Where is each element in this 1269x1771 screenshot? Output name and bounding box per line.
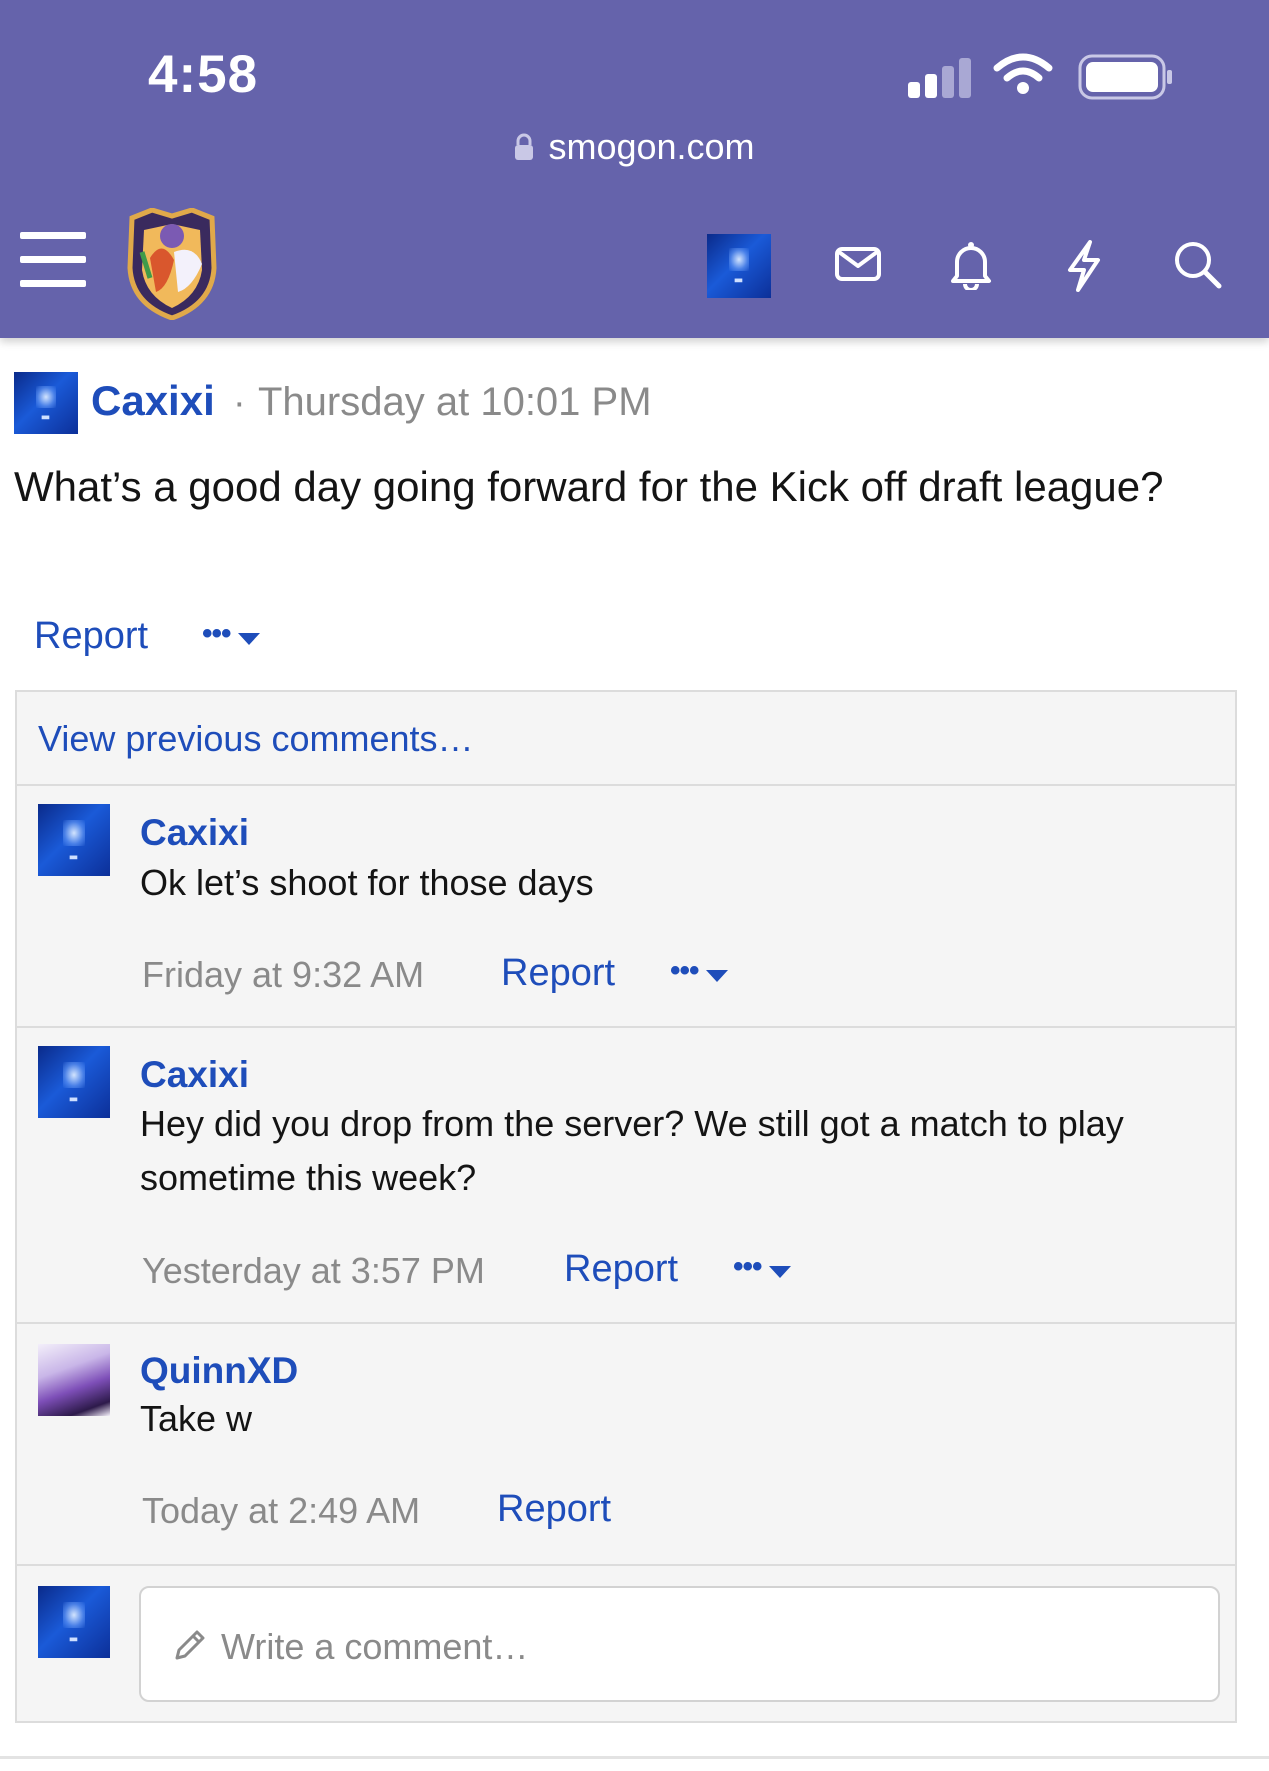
chevron-down-icon bbox=[237, 632, 260, 645]
divider bbox=[17, 1564, 1235, 1566]
comment-avatar[interactable]: ▬ bbox=[38, 804, 110, 876]
post-more-menu[interactable]: ••• bbox=[202, 617, 261, 651]
site-logo[interactable] bbox=[122, 208, 222, 320]
post-report-link[interactable]: Report bbox=[34, 615, 148, 658]
wifi-icon bbox=[993, 53, 1053, 94]
comment-avatar[interactable]: ▬ bbox=[38, 1046, 110, 1118]
avatar-glow bbox=[63, 1061, 85, 1088]
avatar-glow bbox=[729, 248, 749, 272]
more-dots: ••• bbox=[670, 954, 699, 987]
battery-icon bbox=[1078, 54, 1172, 100]
comment-timestamp[interactable]: Today at 2:49 AM bbox=[142, 1490, 420, 1532]
url-bar[interactable]: smogon.com bbox=[0, 126, 1269, 168]
lightning-icon[interactable] bbox=[1064, 240, 1104, 292]
comment-text: Take w bbox=[140, 1398, 253, 1439]
menu-bar bbox=[20, 232, 86, 239]
write-comment-placeholder: Write a comment… bbox=[221, 1626, 529, 1667]
avatar-tag: ▬ bbox=[733, 275, 745, 287]
search-icon[interactable] bbox=[1173, 240, 1223, 290]
current-user-avatar[interactable]: ▬ bbox=[38, 1586, 110, 1658]
post-meta-separator: · bbox=[233, 382, 246, 424]
menu-icon[interactable] bbox=[20, 232, 86, 290]
divider bbox=[17, 1026, 1235, 1028]
url-text: smogon.com bbox=[548, 126, 755, 167]
more-dots: ••• bbox=[202, 617, 231, 650]
comment-text: Hey did you drop from the server? We sti… bbox=[140, 1103, 1124, 1198]
avatar-tag: ▬ bbox=[40, 411, 52, 423]
bottom-divider bbox=[0, 1756, 1269, 1759]
cellular-signal-icon bbox=[908, 56, 976, 98]
comment-more-menu[interactable]: ••• bbox=[670, 954, 729, 988]
lock-icon bbox=[515, 133, 534, 160]
comment-report-link[interactable]: Report bbox=[501, 952, 615, 995]
post-body: What’s a good day going forward for the … bbox=[14, 463, 1164, 510]
avatar-tag: ▬ bbox=[68, 1634, 80, 1646]
comment-more-menu[interactable]: ••• bbox=[733, 1250, 792, 1284]
more-dots: ••• bbox=[733, 1250, 762, 1283]
comment-author[interactable]: QuinnXD bbox=[140, 1350, 298, 1392]
bell-icon[interactable] bbox=[948, 240, 994, 290]
avatar-glow bbox=[63, 819, 85, 846]
post-timestamp[interactable]: Thursday at 10:01 PM bbox=[258, 380, 652, 425]
pencil-icon bbox=[175, 1630, 205, 1660]
comment-report-link[interactable]: Report bbox=[497, 1488, 611, 1531]
mail-icon[interactable] bbox=[834, 240, 882, 288]
write-comment-input[interactable]: Write a comment… bbox=[139, 1586, 1220, 1702]
post-author-avatar[interactable]: ▬ bbox=[14, 372, 78, 434]
view-previous-comments-link[interactable]: View previous comments… bbox=[38, 718, 474, 760]
avatar-glow bbox=[63, 1601, 85, 1628]
post-author-name[interactable]: Caxixi bbox=[91, 377, 215, 425]
comment-author[interactable]: Caxixi bbox=[140, 812, 249, 854]
avatar-tag: ▬ bbox=[68, 1094, 80, 1106]
comment-timestamp[interactable]: Friday at 9:32 AM bbox=[142, 954, 424, 996]
comment-author[interactable]: Caxixi bbox=[140, 1054, 249, 1096]
user-avatar[interactable]: ▬ bbox=[707, 234, 771, 298]
comment-avatar[interactable] bbox=[38, 1344, 110, 1416]
comment-report-link[interactable]: Report bbox=[564, 1248, 678, 1291]
menu-bar bbox=[20, 256, 86, 263]
chevron-down-icon bbox=[705, 969, 728, 982]
chevron-down-icon bbox=[768, 1265, 791, 1278]
avatar-tag: ▬ bbox=[68, 852, 80, 864]
avatar-glow bbox=[36, 385, 56, 408]
top-header: 4:58 smogon.com ▬ bbox=[0, 0, 1269, 338]
comment-timestamp[interactable]: Yesterday at 3:57 PM bbox=[142, 1250, 485, 1292]
divider bbox=[17, 784, 1235, 786]
divider bbox=[17, 1322, 1235, 1324]
comment-text: Ok let’s shoot for those days bbox=[140, 862, 594, 903]
status-time: 4:58 bbox=[148, 45, 259, 104]
menu-bar bbox=[20, 280, 86, 287]
comments-section: View previous comments… ▬ Caxixi Ok let’… bbox=[15, 690, 1237, 1723]
